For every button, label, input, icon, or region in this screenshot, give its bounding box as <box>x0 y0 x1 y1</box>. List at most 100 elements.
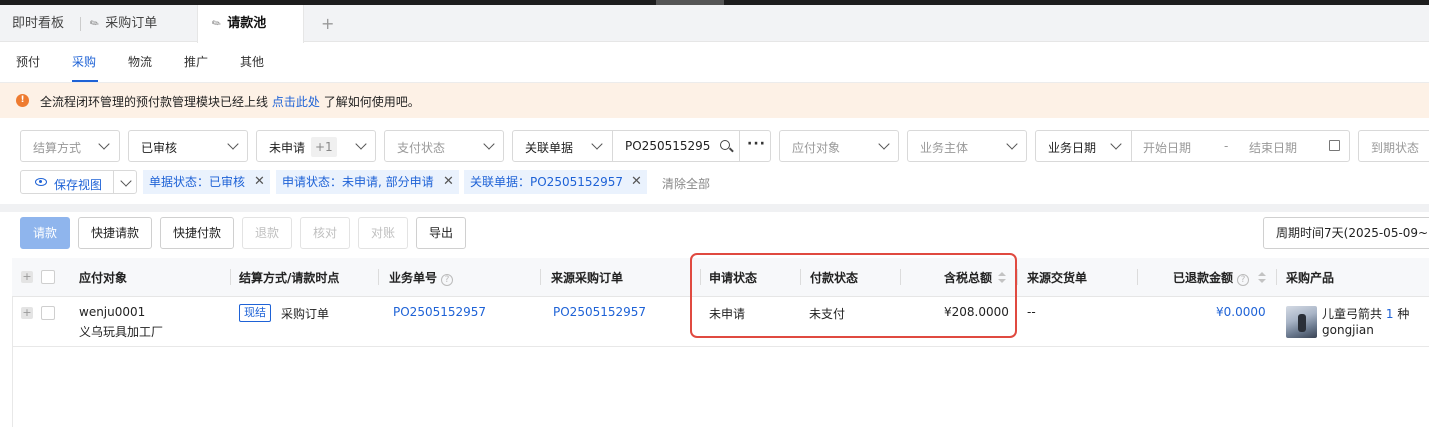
divider <box>1131 131 1132 161</box>
biz-no-link[interactable]: PO2505152957 <box>393 305 486 319</box>
pay-status-select[interactable]: 支付状态 <box>384 130 504 162</box>
more-options-icon[interactable]: ··· <box>747 136 766 152</box>
warning-icon: ! <box>16 94 29 107</box>
settle-method-select[interactable]: 结算方式 <box>20 130 120 162</box>
date-range-filter: 业务日期 开始日期 - 结束日期 <box>1035 130 1350 162</box>
date-type-select[interactable]: 业务日期 <box>1048 139 1096 156</box>
page-tab-bar: 即时看板 ✎ 采购订单 ✎ 请款池 + <box>0 5 1429 43</box>
verify-button[interactable]: 核对 <box>300 217 350 249</box>
related-doc-input[interactable]: PO2505152957 <box>625 139 711 153</box>
chip-label: 申请状态：未申请, 部分申请 <box>282 175 434 189</box>
end-date-input[interactable]: 结束日期 <box>1249 139 1297 156</box>
column-resizer[interactable] <box>1276 269 1277 285</box>
column-resizer[interactable] <box>378 269 379 285</box>
section-divider <box>0 204 1429 212</box>
tab-purchase-order[interactable]: ✎ 采购订单 <box>87 5 158 42</box>
subtab-prepay[interactable]: 预付 <box>16 53 40 70</box>
pin-icon[interactable]: ✎ <box>203 5 229 42</box>
period-select[interactable]: 周期时间7天(2025-05-09~2025-05-15) <box>1263 217 1429 249</box>
product-sku: gongjian <box>1322 323 1374 337</box>
subtab-logistics[interactable]: 物流 <box>128 53 152 70</box>
expand-row-icon[interactable]: + <box>21 307 33 319</box>
pin-icon[interactable]: ✎ <box>81 5 107 42</box>
row-checkbox[interactable] <box>41 306 55 320</box>
header-label: 业务单号 <box>389 271 438 285</box>
request-payment-button[interactable]: 请款 <box>20 217 70 249</box>
select-value: 未申请 <box>269 141 306 155</box>
chevron-down-icon[interactable] <box>120 175 132 187</box>
due-status-select[interactable]: 到期状态 <box>1358 130 1429 162</box>
product-thumbnail[interactable] <box>1286 306 1317 338</box>
chip-label: 单据状态：已审核 <box>149 175 246 189</box>
help-icon[interactable]: ? <box>1237 274 1250 286</box>
chevron-down-icon[interactable] <box>1110 138 1122 150</box>
help-icon[interactable]: ? <box>441 274 454 286</box>
quick-request-button[interactable]: 快捷请款 <box>78 217 152 249</box>
filter-chip-doc-status: 单据状态：已审核 ✕ <box>143 170 270 194</box>
calendar-icon[interactable] <box>1329 140 1340 151</box>
tab-payment-pool[interactable]: ✎ 请款池 <box>197 5 304 43</box>
col-header-biz-no: 业务单号? <box>389 269 454 286</box>
add-tab-button[interactable]: + <box>321 5 334 42</box>
apply-status-select[interactable]: 未申请 +1 <box>256 130 376 162</box>
source-delivery-value: -- <box>1027 305 1036 319</box>
product-unit: 种 <box>1397 307 1410 321</box>
audit-status-select[interactable]: 已审核 <box>128 130 248 162</box>
header-label: 已退款金额 <box>1173 271 1234 285</box>
save-view-button[interactable]: 保存视图 <box>20 170 137 194</box>
filter-chip-apply-status: 申请状态：未申请, 部分申请 ✕ <box>276 170 459 194</box>
col-header-payee: 应付对象 <box>79 271 128 285</box>
divider <box>739 131 740 161</box>
banner-suffix: 了解如何使用吧。 <box>323 95 420 109</box>
refunded-amount-link[interactable]: ¥0.0000 <box>1216 305 1266 319</box>
chevron-down-icon <box>355 138 367 150</box>
reconcile-button[interactable]: 对账 <box>358 217 408 249</box>
business-entity-select[interactable]: 业务主体 <box>907 130 1027 162</box>
chevron-down-icon <box>878 138 890 150</box>
chevron-down-icon <box>227 138 239 150</box>
subtab-other[interactable]: 其他 <box>240 53 264 70</box>
subtab-promotion[interactable]: 推广 <box>184 53 208 70</box>
column-resizer[interactable] <box>540 269 541 285</box>
filter-chip-related-doc: 关联单据：PO2505152957 ✕ <box>464 170 647 194</box>
product-prefix: 儿童弓箭共 <box>1322 307 1383 321</box>
tab-label: 即时看板 <box>12 16 65 31</box>
more-count-badge: +1 <box>311 137 337 157</box>
clear-all-link[interactable]: 清除全部 <box>662 175 710 192</box>
related-doc-type[interactable]: 关联单据 <box>525 139 573 156</box>
date-separator: - <box>1224 139 1229 153</box>
row-divider <box>12 346 1429 347</box>
col-header-refunded[interactable]: 已退款金额? <box>1173 269 1250 286</box>
product-figure <box>1298 314 1306 332</box>
export-button[interactable]: 导出 <box>416 217 466 249</box>
start-date-input[interactable]: 开始日期 <box>1143 139 1191 156</box>
banner-link[interactable]: 点击此处 <box>272 95 320 109</box>
payee-name: 义乌玩具加工厂 <box>79 325 164 339</box>
payee-select[interactable]: 应付对象 <box>779 130 899 162</box>
product-count-link[interactable]: 1 <box>1386 307 1394 321</box>
refund-button[interactable]: 退款 <box>242 217 292 249</box>
chevron-down-icon[interactable] <box>591 138 603 150</box>
column-resizer[interactable] <box>230 269 231 285</box>
expand-all-icon[interactable]: + <box>21 271 33 283</box>
select-all-checkbox[interactable] <box>41 270 55 284</box>
chip-label: 关联单据：PO2505152957 <box>470 175 624 189</box>
tab-dashboard[interactable]: 即时看板 <box>12 5 64 42</box>
source-po-link[interactable]: PO2505152957 <box>553 305 646 319</box>
column-resizer[interactable] <box>1137 269 1138 285</box>
subtab-purchase[interactable]: 采购 <box>72 53 96 70</box>
tab-label: 采购订单 <box>105 16 158 31</box>
select-value: 已审核 <box>141 141 178 155</box>
search-icon[interactable] <box>720 140 730 150</box>
quick-pay-button[interactable]: 快捷付款 <box>160 217 234 249</box>
col-header-products: 采购产品 <box>1286 271 1335 285</box>
column-resizer[interactable] <box>1017 269 1018 285</box>
close-icon[interactable]: ✕ <box>254 170 265 194</box>
col-header-settle: 结算方式/请款时点 <box>239 271 340 285</box>
close-icon[interactable]: ✕ <box>443 170 454 194</box>
divider <box>612 131 613 161</box>
tab-label: 请款池 <box>227 16 267 31</box>
close-icon[interactable]: ✕ <box>631 170 642 194</box>
col-header-source-delivery: 来源交货单 <box>1027 271 1088 285</box>
select-placeholder: 结算方式 <box>33 141 82 155</box>
